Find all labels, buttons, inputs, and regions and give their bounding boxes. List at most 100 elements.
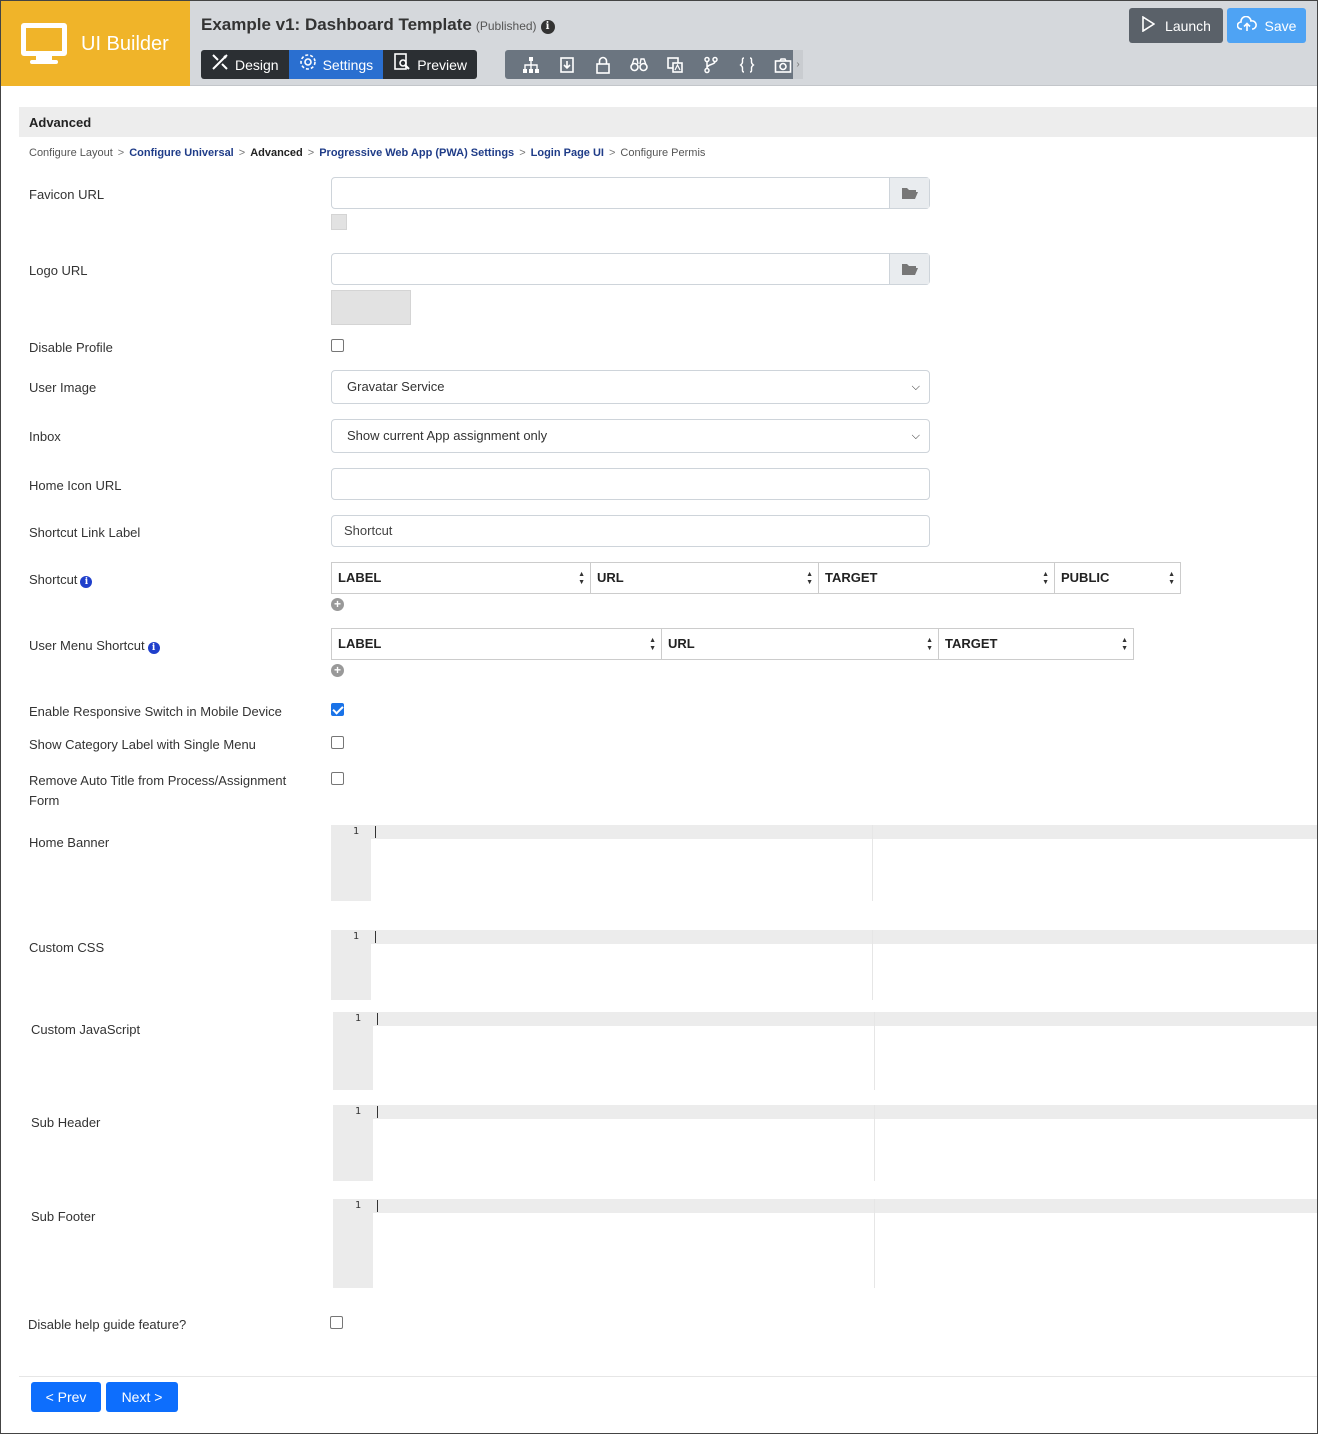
custom-js-label: Custom JavaScript <box>31 1022 141 1037</box>
home-banner-label: Home Banner <box>29 835 110 850</box>
shortcut-grid: LABEL ▲ ▼ URL ▲ ▼ TARGET ▲ ▼ PUBLIC ▲ ▼ <box>331 562 1181 594</box>
binoculars-icon[interactable] <box>621 50 657 79</box>
shortcut-link-label-label: Shortcut Link Label <box>29 525 141 540</box>
sort-icon[interactable]: ▲ ▼ <box>1121 637 1128 653</box>
grid-column-header[interactable]: URL ▲ ▼ <box>591 563 819 593</box>
line-number: 1 <box>354 1200 361 1211</box>
home-banner-editor[interactable]: 1 <box>331 825 1317 901</box>
logo-url-label: Logo URL <box>29 263 88 278</box>
breadcrumb: Configure Layout > Configure Universal > Adv… <box>29 147 705 159</box>
branch-icon[interactable] <box>693 50 729 79</box>
logo-url-field[interactable] <box>331 253 930 285</box>
disable-help-checkbox[interactable] <box>330 1316 343 1329</box>
column-label: LABEL <box>338 636 382 651</box>
disable-help-label: Disable help guide feature? <box>28 1317 187 1332</box>
section-header: Advanced <box>19 107 1317 137</box>
prev-button[interactable]: < Prev <box>31 1382 101 1412</box>
column-label: TARGET <box>945 636 998 651</box>
info-icon[interactable]: i <box>80 576 93 588</box>
favicon-url-field[interactable] <box>331 177 930 209</box>
grid-column-header[interactable]: PUBLIC ▲ ▼ <box>1055 563 1180 593</box>
remove-auto-title-label: Remove Auto Title from Process/Assignmen… <box>29 773 287 808</box>
sub-footer-editor[interactable]: 1 <box>333 1199 1317 1288</box>
print-margin <box>872 930 873 1000</box>
column-label: LABEL <box>338 570 382 585</box>
sub-header-editor[interactable]: 1 <box>333 1105 1317 1181</box>
print-margin <box>874 1012 875 1090</box>
editor-cursor <box>377 1106 378 1118</box>
cloud-upload-icon <box>1236 15 1257 35</box>
sort-icon[interactable]: ▲ ▼ <box>649 637 656 653</box>
active-line <box>333 1105 1317 1119</box>
responsive-switch-checkbox[interactable] <box>331 703 344 716</box>
custom-js-editor[interactable]: 1 <box>333 1012 1317 1090</box>
sort-icon[interactable]: ▲ ▼ <box>578 571 585 587</box>
app-title: Example v1: Dashboard Template (Published… <box>201 15 555 35</box>
grid-column-header[interactable]: TARGET ▲ ▼ <box>939 629 1133 659</box>
tab-design[interactable]: Design <box>201 50 289 79</box>
line-number: 1 <box>352 826 359 837</box>
breadcrumb-item[interactable]: Configure Universal <box>129 147 234 159</box>
tab-preview[interactable]: Preview <box>383 50 477 79</box>
breadcrumb-separator: > <box>307 147 315 159</box>
info-icon[interactable]: i <box>540 20 555 34</box>
monitor-icon <box>21 23 67 56</box>
folder-open-icon[interactable] <box>889 178 929 208</box>
grid-column-header[interactable]: URL ▲ ▼ <box>662 629 939 659</box>
inbox-select[interactable]: Show current App assignment only ⌵ <box>331 419 930 453</box>
app-status: (Published) <box>475 19 537 33</box>
line-number: 1 <box>354 1013 361 1024</box>
sort-icon[interactable]: ▲ ▼ <box>806 571 813 587</box>
footer-divider <box>19 1376 1317 1377</box>
inbox-value: Show current App assignment only <box>347 428 548 443</box>
code-braces-icon[interactable] <box>729 50 765 79</box>
tab-settings[interactable]: Settings <box>288 50 384 79</box>
remove-auto-title-checkbox[interactable] <box>331 772 344 785</box>
category-label-label: Show Category Label with Single Menu <box>29 737 256 752</box>
print-margin <box>872 825 873 901</box>
info-icon[interactable]: i <box>147 642 160 654</box>
translate-icon[interactable] <box>657 50 693 79</box>
grid-column-header[interactable]: TARGET ▲ ▼ <box>819 563 1055 593</box>
breadcrumb-item[interactable]: Configure Permissic <box>620 147 705 159</box>
home-icon-url-input[interactable] <box>331 468 930 500</box>
sub-footer-label: Sub Footer <box>31 1209 96 1224</box>
launch-label: Launch <box>1165 17 1211 34</box>
chevron-right-icon[interactable]: › <box>793 50 803 79</box>
logo-preview <box>331 290 411 325</box>
grid-column-header[interactable]: LABEL ▲ ▼ <box>332 629 662 659</box>
responsive-switch-label: Enable Responsive Switch in Mobile Devic… <box>29 704 282 719</box>
editor-cursor <box>375 931 376 943</box>
breadcrumb-item[interactable]: Progressive Web App (PWA) Settings <box>319 147 514 159</box>
app-title-text: Example v1: Dashboard Template <box>201 15 472 34</box>
save-button[interactable]: Save <box>1227 8 1306 43</box>
sort-icon[interactable]: ▲ ▼ <box>1168 571 1175 587</box>
add-row-icon[interactable]: + <box>331 664 344 677</box>
next-button[interactable]: Next > <box>106 1382 178 1412</box>
tab-design-label: Design <box>235 56 279 73</box>
breadcrumb-separator: > <box>519 147 526 159</box>
breadcrumb-item[interactable]: Login Page UI <box>531 147 604 159</box>
launch-button[interactable]: Launch <box>1129 8 1223 43</box>
shortcut-label: Shortcut i <box>29 570 93 590</box>
user-image-select[interactable]: Gravatar Service ⌵ <box>331 370 930 404</box>
custom-css-editor[interactable]: 1 <box>331 930 1317 1000</box>
user-menu-shortcut-grid: LABEL ▲ ▼ URL ▲ ▼ TARGET ▲ ▼ <box>331 628 1134 660</box>
sort-icon[interactable]: ▲ ▼ <box>926 637 933 653</box>
breadcrumb-separator: > <box>117 147 125 159</box>
add-row-icon[interactable]: + <box>331 598 344 611</box>
disable-profile-checkbox[interactable] <box>331 339 344 352</box>
breadcrumb-item[interactable]: Configure Layout <box>29 147 113 159</box>
column-label: URL <box>597 570 624 585</box>
export-icon[interactable] <box>549 50 585 79</box>
sitemap-icon[interactable] <box>513 50 549 79</box>
brand: UI Builder <box>1 1 190 86</box>
print-margin <box>874 1105 875 1181</box>
grid-column-header[interactable]: LABEL ▲ ▼ <box>332 563 591 593</box>
category-label-checkbox[interactable] <box>331 736 344 749</box>
custom-css-label: Custom CSS <box>29 940 105 955</box>
folder-open-icon[interactable] <box>889 254 929 284</box>
sort-icon[interactable]: ▲ ▼ <box>1042 571 1049 587</box>
lock-icon[interactable] <box>585 50 621 79</box>
shortcut-link-label-input[interactable]: Shortcut <box>331 515 930 547</box>
